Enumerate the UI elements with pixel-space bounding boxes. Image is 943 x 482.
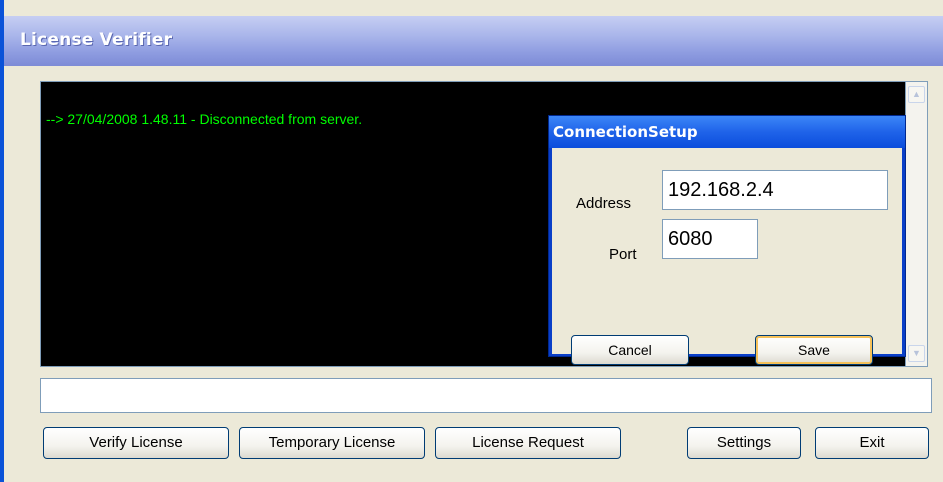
chevron-down-icon[interactable]: ▼ [908, 345, 925, 362]
status-field[interactable] [40, 378, 932, 413]
port-input[interactable]: 6080 [662, 219, 758, 259]
console-log[interactable]: --> 27/04/2008 1.48.11 - Disconnected fr… [40, 81, 906, 367]
console-line: --> 27/04/2008 1.48.11 - Disconnected fr… [46, 111, 363, 127]
window-client-area: --> 27/04/2008 1.48.11 - Disconnected fr… [4, 66, 943, 482]
window-title: License Verifier [20, 30, 173, 50]
license-verifier-window: License Verifier --> 27/04/2008 1.48.11 … [0, 0, 943, 482]
license-request-button[interactable]: License Request [435, 427, 621, 459]
console-scrollbar[interactable]: ▲ ▼ [906, 81, 928, 367]
settings-button[interactable]: Settings [687, 427, 801, 459]
save-button[interactable]: Save [755, 335, 873, 365]
temporary-license-button[interactable]: Temporary License [239, 427, 425, 459]
window-titlebar[interactable]: License Verifier [4, 16, 943, 66]
dialog-title: ConnectionSetup [553, 123, 698, 141]
dialog-body: Address 192.168.2.4 Port 6080 [552, 148, 902, 354]
connection-setup-dialog: ConnectionSetup Address 192.168.2.4 Port… [548, 115, 906, 365]
port-label: Port [609, 246, 637, 263]
dialog-titlebar[interactable]: ConnectionSetup [549, 116, 905, 148]
chevron-up-icon[interactable]: ▲ [908, 86, 925, 103]
cancel-button[interactable]: Cancel [571, 335, 689, 365]
verify-license-button[interactable]: Verify License [43, 427, 229, 459]
address-label: Address [576, 195, 632, 212]
address-input[interactable]: 192.168.2.4 [662, 170, 888, 210]
exit-button[interactable]: Exit [815, 427, 929, 459]
